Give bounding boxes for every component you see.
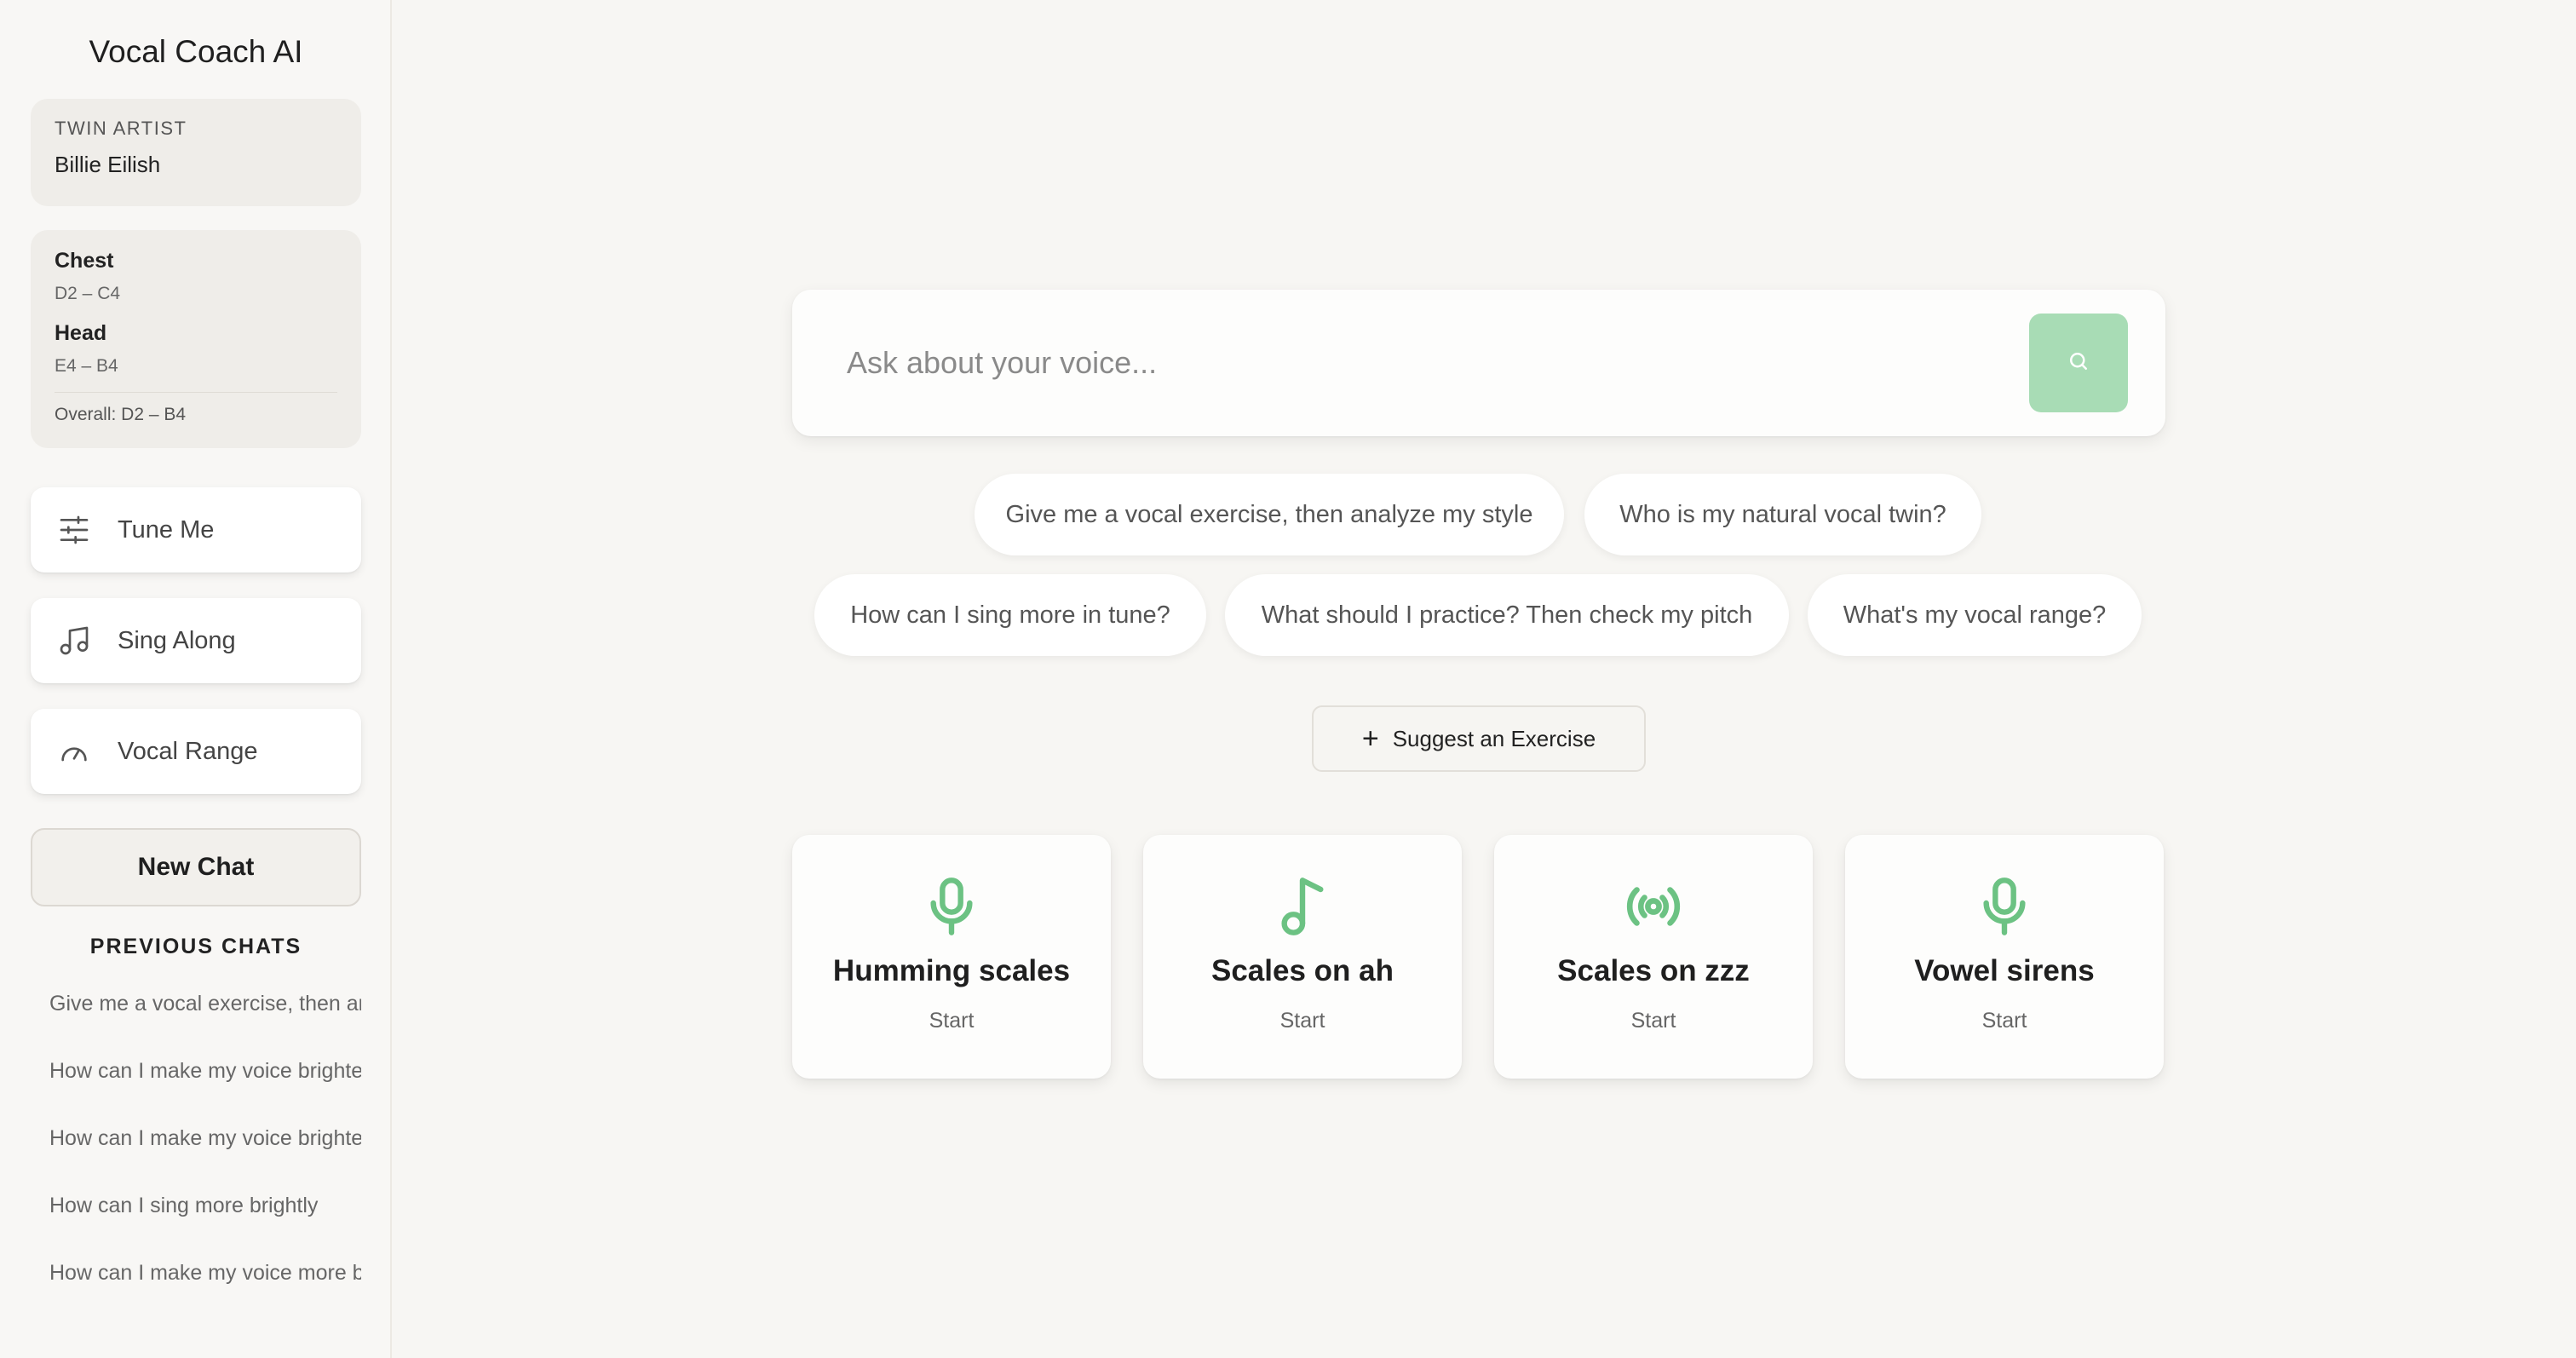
tune-me-button[interactable]: Tune Me — [31, 487, 361, 573]
suggestion-chip[interactable]: Who is my natural vocal twin? — [1584, 474, 1981, 555]
search-icon — [2066, 348, 2091, 378]
sliders-icon — [56, 512, 92, 548]
previous-chat-item[interactable]: How can I make my voice brighter? — [49, 1126, 361, 1160]
exercise-card-scales-on-zzz[interactable]: Scales on zzz Start — [1494, 835, 1813, 1079]
head-value: E4 – B4 — [55, 356, 118, 376]
suggestion-chip[interactable]: Give me a vocal exercise, then analyze m… — [975, 474, 1564, 555]
gauge-icon — [56, 734, 92, 769]
exercise-title: Humming scales — [832, 954, 1071, 987]
suggestion-chip[interactable]: How can I sing more in tune? — [814, 574, 1206, 656]
vocal-range-card: Chest D2 – C4 Head E4 – B4 Overall: D2 –… — [31, 230, 361, 448]
sing-along-button[interactable]: Sing Along — [31, 598, 361, 683]
microphone-icon — [792, 876, 1111, 937]
exercise-card-scales-on-ah[interactable]: Scales on ah Start — [1143, 835, 1462, 1079]
twin-artist-card: TWIN ARTIST Billie Eilish — [31, 99, 361, 206]
twin-artist-label: TWIN ARTIST — [55, 118, 187, 139]
exercise-card-vowel-sirens[interactable]: Vowel sirens Start — [1845, 835, 2164, 1079]
suggestion-chip[interactable]: What's my vocal range? — [1808, 574, 2142, 656]
suggest-exercise-button[interactable]: + Suggest an Exercise — [1312, 705, 1646, 772]
app-root: Vocal Coach AI TWIN ARTIST Billie Eilish… — [0, 0, 2576, 1358]
exercise-title: Scales on ah — [1211, 954, 1394, 987]
exercise-title: Scales on zzz — [1557, 954, 1750, 987]
sidebar: Vocal Coach AI TWIN ARTIST Billie Eilish… — [0, 0, 392, 1358]
app-title: Vocal Coach AI — [89, 34, 303, 69]
previous-chat-item[interactable]: Give me a vocal exercise, then analyze m… — [49, 992, 361, 1026]
exercise-start[interactable]: Start — [792, 1009, 1111, 1033]
tune-me-label: Tune Me — [118, 515, 215, 544]
search-box — [792, 290, 2165, 436]
music-note-icon — [1143, 876, 1462, 937]
suggest-exercise-label: Suggest an Exercise — [1392, 725, 1596, 751]
chest-label: Chest — [55, 249, 114, 273]
chest-value: D2 – C4 — [55, 284, 121, 303]
vocal-range-label: Vocal Range — [118, 737, 258, 765]
music-note-icon — [56, 623, 92, 659]
vocal-range-button[interactable]: Vocal Range — [31, 709, 361, 794]
exercise-start[interactable]: Start — [1143, 1009, 1462, 1033]
previous-chats-title: PREVIOUS CHATS — [89, 935, 302, 958]
plus-icon: + — [1361, 722, 1379, 755]
previous-chat-item[interactable]: How can I make my voice brighter? — [49, 1059, 361, 1093]
chest-range: Chest D2 – C4 — [55, 249, 337, 304]
head-range: Head E4 – B4 — [55, 321, 337, 377]
broadcast-icon — [1494, 876, 1813, 937]
new-chat-button[interactable]: New Chat — [31, 828, 361, 906]
head-label: Head — [55, 321, 107, 345]
exercise-start[interactable]: Start — [1494, 1009, 1813, 1033]
range-divider — [55, 392, 337, 393]
search-input[interactable] — [847, 337, 1954, 388]
search-button[interactable] — [2029, 314, 2128, 412]
twin-artist-name: Billie Eilish — [55, 152, 161, 177]
exercise-title: Vowel sirens — [1914, 954, 2095, 987]
suggestion-chip[interactable]: What should I practice? Then check my pi… — [1225, 574, 1789, 656]
microphone-icon — [1845, 876, 2164, 937]
exercise-start[interactable]: Start — [1845, 1009, 2164, 1033]
overall-range: Overall: D2 – B4 — [55, 405, 187, 424]
exercise-card-humming-scales[interactable]: Humming scales Start — [792, 835, 1111, 1079]
previous-chat-item[interactable]: How can I sing more brightly — [49, 1194, 361, 1228]
previous-chat-item[interactable]: How can I make my voice more bright? — [49, 1261, 361, 1295]
sing-along-label: Sing Along — [118, 626, 236, 654]
